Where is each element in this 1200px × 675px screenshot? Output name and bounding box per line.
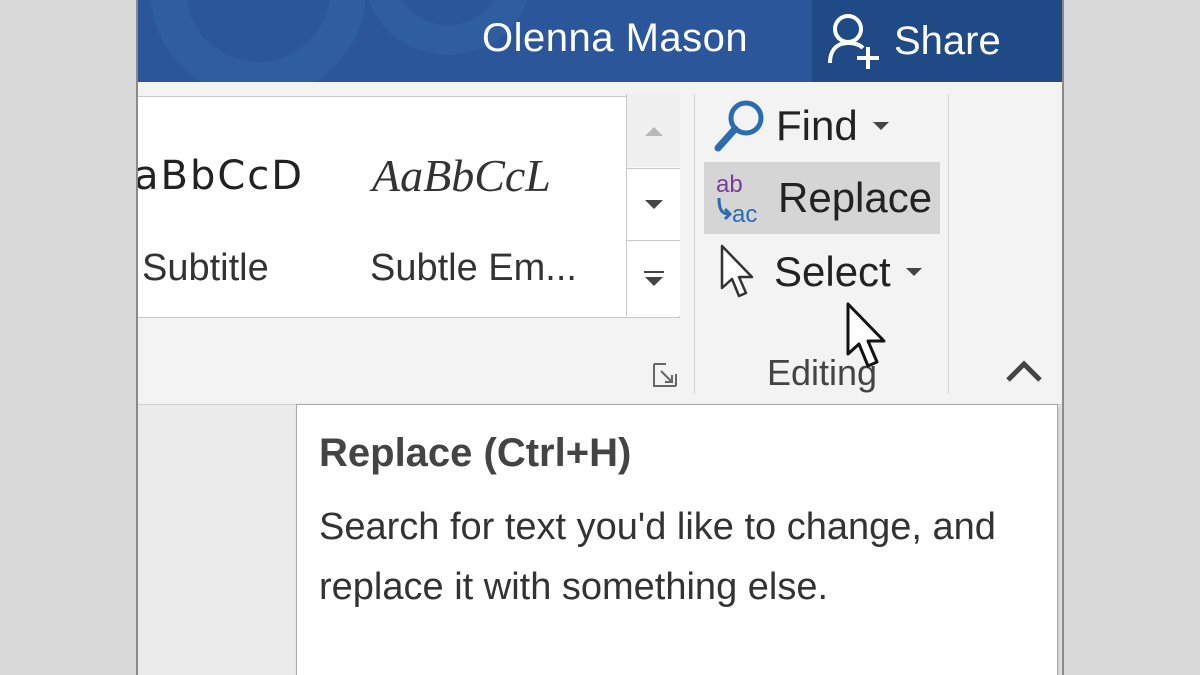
- find-button[interactable]: Find: [704, 90, 940, 162]
- title-bar: Olenna Mason Share: [138, 0, 1062, 82]
- chevron-down-icon: [872, 122, 889, 130]
- tooltip-title: Replace (Ctrl+H): [319, 431, 632, 475]
- gallery-scroll-down-button[interactable]: [627, 168, 680, 241]
- ribbon-group-separator: [948, 94, 949, 394]
- magnifier-icon: [714, 100, 764, 152]
- replace-label: Replace: [778, 174, 933, 221]
- replace-icon-bottom-text: ac: [732, 201, 757, 228]
- gallery-more-button[interactable]: [627, 242, 680, 315]
- style-preview-subtitle: aBbCcD: [138, 153, 305, 199]
- dialog-launcher-icon[interactable]: [652, 362, 678, 388]
- share-label: Share: [894, 18, 1001, 63]
- select-label: Select: [774, 248, 891, 295]
- editing-group-label: Editing: [766, 352, 878, 393]
- style-name-subtle-emphasis: Subtle Em...: [370, 247, 577, 289]
- replace-tooltip: Replace (Ctrl+H) Search for text you'd l…: [296, 404, 1058, 675]
- style-name-subtitle: Subtitle: [142, 247, 269, 289]
- styles-gallery: aBbCcD Subtitle AaBbCcL Subtle Em...: [138, 96, 680, 318]
- user-name[interactable]: Olenna Mason: [482, 16, 748, 61]
- share-button[interactable]: Share: [812, 0, 1062, 82]
- title-bar-decoration: [150, 0, 528, 82]
- gallery-scroll-up-button[interactable]: [627, 94, 680, 167]
- gallery-more-icon: [643, 270, 664, 286]
- select-button[interactable]: Select: [704, 236, 940, 308]
- gallery-scrollbar: [626, 94, 680, 316]
- word-window: Olenna Mason Share aBbCcD Subtitle AaBbC…: [136, 0, 1064, 675]
- replace-button[interactable]: ab ac Replace: [704, 162, 940, 234]
- find-label: Find: [776, 102, 858, 149]
- triangle-down-icon: [644, 199, 663, 209]
- add-person-icon: [828, 14, 879, 69]
- replace-icon-top-text: ab: [716, 171, 743, 198]
- ribbon: aBbCcD Subtitle AaBbCcL Subtle Em... Fin…: [138, 82, 1062, 404]
- chevron-down-icon: [905, 268, 922, 276]
- replace-icon: ab ac: [716, 171, 757, 228]
- ribbon-group-separator: [694, 94, 695, 394]
- chevron-up-icon[interactable]: [1004, 358, 1044, 384]
- style-preview-subtle-emphasis: AaBbCcL: [372, 150, 551, 201]
- triangle-up-icon: [644, 126, 663, 136]
- tooltip-description: Search for text you'd like to change, an…: [319, 506, 996, 608]
- pointer-icon: [720, 244, 754, 298]
